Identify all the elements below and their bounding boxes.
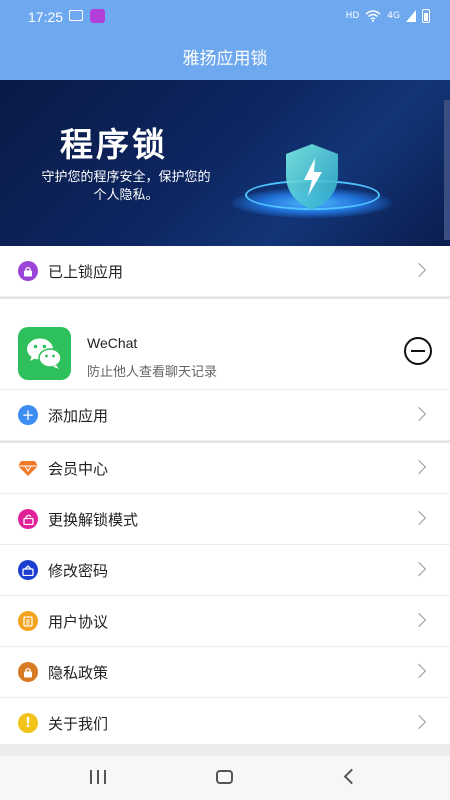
chevron-right-icon [411, 406, 427, 422]
app-name: WeChat [87, 335, 138, 351]
system-nav-bar [0, 756, 450, 800]
banner-title: 程序锁 [60, 125, 168, 164]
vip-center-label: 会员中心 [48, 460, 109, 478]
wifi-icon [365, 10, 381, 22]
vip-center-row[interactable]: 会员中心 [0, 443, 450, 494]
banner-subtitle: 守护您的程序安全，保护您的个人隐私。 [41, 170, 211, 203]
about-us-label: 关于我们 [48, 715, 109, 733]
plus-icon: + [18, 405, 38, 425]
status-bar: 17:25 HD 4G [0, 0, 450, 34]
home-button[interactable] [216, 770, 233, 784]
banner-edge [444, 100, 450, 240]
privacy-policy-label: 隐私政策 [48, 664, 109, 682]
user-agreement-row[interactable]: 用户协议 [0, 596, 450, 647]
shield-icon [286, 144, 338, 210]
chevron-right-icon [411, 510, 427, 526]
diamond-icon [18, 458, 38, 478]
document-icon [18, 611, 38, 631]
recent-apps-button[interactable] [90, 770, 108, 784]
password-icon [18, 560, 38, 580]
menu-list: 已上锁应用 WeChat 防止他人查看聊天记录 + 添加应用 会员中心 更换解锁… [0, 246, 450, 749]
app-notification-icon [90, 9, 105, 23]
about-us-row[interactable]: ! 关于我们 [0, 698, 450, 749]
user-agreement-label: 用户协议 [48, 613, 109, 631]
battery-icon [422, 9, 430, 23]
change-password-label: 修改密码 [48, 562, 109, 580]
back-button[interactable] [343, 768, 360, 785]
info-icon: ! [18, 713, 38, 733]
remove-app-button[interactable] [404, 337, 432, 365]
unlock-mode-label: 更换解锁模式 [48, 511, 139, 529]
signal-icon [406, 10, 416, 22]
chevron-right-icon [411, 714, 427, 730]
signal-label: 4G [387, 11, 400, 21]
chevron-right-icon [411, 612, 427, 628]
status-indicators: HD 4G [346, 9, 430, 23]
gallery-notification-icon [69, 10, 83, 21]
add-app-row[interactable]: + 添加应用 [0, 390, 450, 441]
chevron-right-icon [411, 262, 427, 278]
locked-apps-label: 已上锁应用 [48, 263, 124, 281]
network-label: HD [345, 11, 360, 21]
lock-icon [18, 261, 38, 281]
bottom-spacer [0, 744, 450, 756]
app-header: 17:25 HD 4G 雅扬应用锁 [0, 0, 450, 80]
app-description: 防止他人查看聊天记录 [87, 365, 218, 380]
chevron-right-icon [411, 561, 427, 577]
unlock-icon [18, 509, 38, 529]
change-password-row[interactable]: 修改密码 [0, 545, 450, 596]
status-time: 17:25 [28, 9, 64, 25]
privacy-policy-row[interactable]: 隐私政策 [0, 647, 450, 698]
add-app-label: 添加应用 [48, 407, 109, 425]
locked-apps-row[interactable]: 已上锁应用 [0, 246, 450, 297]
unlock-mode-row[interactable]: 更换解锁模式 [0, 494, 450, 545]
banner: 程序锁 守护您的程序安全，保护您的个人隐私。 [0, 80, 450, 246]
locked-app-item: WeChat 防止他人查看聊天记录 [0, 299, 450, 390]
privacy-lock-icon [18, 662, 38, 682]
wechat-app-icon [18, 327, 71, 380]
chevron-right-icon [411, 663, 427, 679]
chevron-right-icon [411, 459, 427, 475]
page-title: 雅扬应用锁 [182, 49, 268, 69]
